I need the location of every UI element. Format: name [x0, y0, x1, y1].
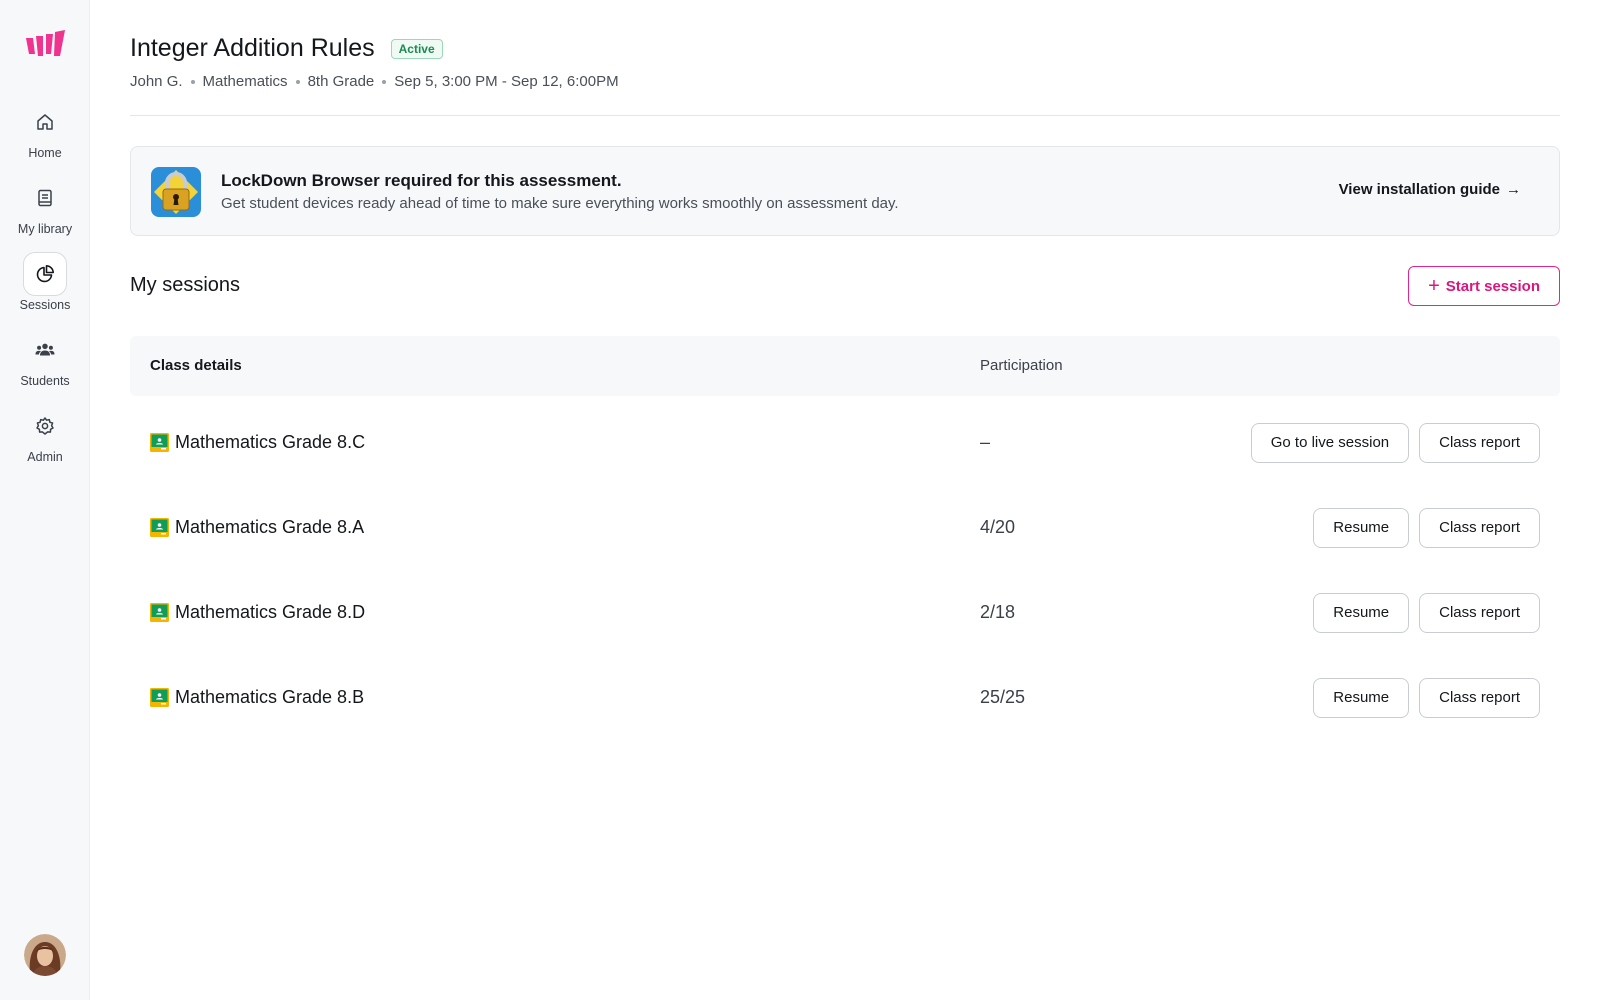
meta-separator [295, 79, 300, 84]
gear-icon [23, 404, 67, 448]
class-report-button[interactable]: Class report [1419, 422, 1540, 463]
lockdown-browser-icon [151, 167, 201, 217]
row-actions: Resume Class report [1313, 570, 1540, 655]
sidebar-item-label: Home [28, 146, 62, 160]
sidebar-item-home[interactable]: Home [0, 100, 90, 160]
arrow-right-icon: → [1506, 181, 1521, 198]
users-icon [23, 328, 67, 372]
sidebar-item-label: Students [20, 374, 70, 388]
meta-separator [382, 79, 387, 84]
book-icon [23, 176, 67, 220]
meta-separator [190, 79, 195, 84]
class-cell: Mathematics Grade 8.A [150, 485, 364, 570]
google-classroom-icon [150, 518, 169, 537]
class-report-button[interactable]: Class report [1419, 677, 1540, 718]
sidebar-item-admin[interactable]: Admin [0, 404, 90, 464]
table-header: Class details Participation [130, 336, 1560, 396]
participation-value: 25/25 [980, 687, 1026, 707]
title-row: Integer Addition Rules Active [130, 34, 443, 63]
table-row: Mathematics Grade 8.D 2/18 Resume Class … [130, 570, 1560, 655]
class-name[interactable]: Mathematics Grade 8.B [175, 687, 364, 708]
brand-logo[interactable] [26, 30, 66, 58]
resume-button[interactable]: Resume [1313, 507, 1410, 548]
row-actions: Resume Class report [1313, 485, 1540, 570]
resume-button[interactable]: Resume [1313, 677, 1410, 718]
page-title: Integer Addition Rules [130, 34, 375, 62]
sidebar-item-label: My library [17, 222, 73, 236]
google-classroom-icon [150, 603, 169, 622]
column-header-class-details: Class details [150, 357, 242, 374]
sidebar-item-my-library[interactable]: My library [0, 176, 90, 236]
go-to-live-session-button[interactable]: Go to live session [1250, 422, 1410, 463]
table-row: Mathematics Grade 8.C – Go to live sessi… [130, 400, 1560, 485]
section-title: My sessions [130, 274, 241, 296]
participation-value: 2/18 [980, 602, 1016, 622]
view-installation-guide-link[interactable]: View installation guide → [1339, 181, 1521, 198]
status-badge: Active [390, 38, 443, 59]
assessment-meta: John G. Mathematics 8th Grade Sep 5, 3:0… [130, 73, 619, 90]
class-name[interactable]: Mathematics Grade 8.A [175, 517, 364, 538]
meta-grade: 8th Grade [307, 73, 375, 90]
sidebar-item-label: Sessions [19, 298, 71, 312]
column-header-participation: Participation [980, 357, 1063, 374]
row-actions: Resume Class report [1313, 655, 1540, 740]
divider [130, 115, 1560, 116]
participation-value: 4/20 [980, 517, 1016, 537]
meta-author: John G. [130, 73, 183, 90]
start-session-button[interactable]: + Start session [1408, 266, 1560, 306]
meta-subject: Mathematics [202, 73, 288, 90]
banner-title: LockDown Browser required for this asses… [221, 171, 622, 190]
class-report-button[interactable]: Class report [1419, 507, 1540, 548]
class-cell: Mathematics Grade 8.B [150, 655, 364, 740]
class-cell: Mathematics Grade 8.C [150, 400, 365, 485]
row-actions: Go to live session Class report [1250, 400, 1540, 485]
table-row: Mathematics Grade 8.B 25/25 Resume Class… [130, 655, 1560, 740]
sidebar-item-label: Admin [27, 450, 63, 464]
google-classroom-icon [150, 433, 169, 452]
banner-text: Get student devices ready ahead of time … [221, 195, 899, 212]
plus-icon: + [1428, 275, 1440, 297]
pie-chart-icon [23, 252, 67, 296]
class-report-button[interactable]: Class report [1419, 592, 1540, 633]
google-classroom-icon [150, 688, 169, 707]
class-name[interactable]: Mathematics Grade 8.D [175, 602, 365, 623]
sidebar-item-students[interactable]: Students [0, 328, 90, 388]
start-session-label: Start session [1445, 277, 1540, 295]
lockdown-banner: LockDown Browser required for this asses… [130, 146, 1560, 236]
participation-value: – [980, 432, 991, 452]
class-name[interactable]: Mathematics Grade 8.C [175, 432, 365, 453]
sidebar-item-sessions[interactable]: Sessions [0, 252, 90, 312]
sidebar: Home My library Sessions Students Admin [0, 0, 90, 1000]
class-cell: Mathematics Grade 8.D [150, 570, 365, 655]
table-row: Mathematics Grade 8.A 4/20 Resume Class … [130, 485, 1560, 570]
meta-dates: Sep 5, 3:00 PM - Sep 12, 6:00PM [394, 73, 619, 90]
avatar[interactable] [24, 934, 66, 976]
home-icon [23, 100, 67, 144]
resume-button[interactable]: Resume [1313, 592, 1410, 633]
link-label: View installation guide [1338, 181, 1500, 198]
